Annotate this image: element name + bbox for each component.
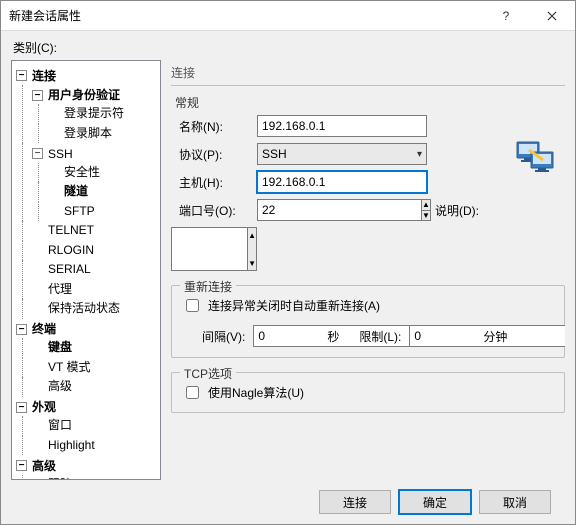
collapse-icon[interactable]: − bbox=[16, 70, 27, 81]
nagle-checkbox[interactable]: 使用Nagle算法(U) bbox=[182, 383, 304, 402]
session-icon bbox=[427, 134, 565, 174]
limit-label: 限制(L): bbox=[359, 328, 401, 345]
tree-advanced[interactable]: −高级 bbox=[16, 457, 56, 475]
tree-vtmode[interactable]: VT 模式 bbox=[32, 358, 90, 376]
tree-serial[interactable]: SERIAL bbox=[32, 260, 91, 278]
interval-stepper[interactable]: ▲▼ bbox=[253, 325, 319, 347]
category-tree[interactable]: −连接 −用户身份验证 登录提示符 登录脚本 −SSH bbox=[11, 60, 161, 480]
window-title: 新建会话属性 bbox=[1, 7, 483, 24]
reconnect-group: 重新连接 连接异常关闭时自动重新连接(A) 间隔(V): ▲▼ 秒 限制(L): bbox=[171, 285, 565, 358]
reconnect-legend: 重新连接 bbox=[180, 278, 236, 295]
tree-rlogin[interactable]: RLOGIN bbox=[32, 241, 94, 259]
host-label: 主机(H): bbox=[171, 174, 257, 191]
collapse-icon[interactable]: − bbox=[32, 90, 43, 101]
ok-button[interactable]: 确定 bbox=[399, 490, 471, 514]
port-stepper[interactable]: ▲▼ bbox=[257, 199, 327, 221]
collapse-icon[interactable]: − bbox=[16, 460, 27, 471]
tree-sftp[interactable]: SFTP bbox=[48, 202, 95, 220]
auto-reconnect-checkbox[interactable]: 连接异常关闭时自动重新连接(A) bbox=[182, 296, 380, 315]
tree-terminal[interactable]: −终端 bbox=[16, 320, 56, 338]
desc-label: 说明(D): bbox=[427, 199, 565, 219]
scroll-up-icon[interactable]: ▲ bbox=[248, 228, 256, 242]
chevron-down-icon: ▾ bbox=[417, 149, 422, 160]
collapse-icon[interactable]: − bbox=[32, 148, 43, 159]
seconds-label: 秒 bbox=[327, 328, 339, 345]
protocol-select[interactable]: SSH ▾ bbox=[257, 143, 427, 165]
interval-label: 间隔(V): bbox=[202, 328, 245, 345]
tree-connection[interactable]: −连接 bbox=[16, 67, 56, 85]
collapse-icon[interactable]: − bbox=[16, 402, 27, 413]
tree-highlight[interactable]: Highlight bbox=[32, 436, 95, 454]
help-button[interactable]: ? bbox=[483, 1, 529, 31]
tree-keyboard[interactable]: 键盘 bbox=[32, 338, 72, 356]
tree-loginprompt[interactable]: 登录提示符 bbox=[48, 104, 124, 122]
name-label: 名称(N): bbox=[171, 118, 257, 135]
section-connection: 连接 bbox=[171, 62, 565, 86]
limit-stepper[interactable]: ▲▼ bbox=[409, 325, 475, 347]
titlebar: 新建会话属性 ? bbox=[1, 1, 575, 31]
port-input[interactable] bbox=[257, 199, 421, 221]
tree-userauth[interactable]: −用户身份验证 bbox=[32, 86, 120, 104]
tcp-group: TCP选项 使用Nagle算法(U) bbox=[171, 372, 565, 413]
tcp-legend: TCP选项 bbox=[180, 365, 236, 382]
cancel-button[interactable]: 取消 bbox=[479, 490, 551, 514]
connect-button[interactable]: 连接 bbox=[319, 490, 391, 514]
tree-ssh[interactable]: −SSH bbox=[32, 145, 73, 163]
port-label: 端口号(O): bbox=[171, 202, 257, 219]
tree-security[interactable]: 安全性 bbox=[48, 163, 100, 181]
tree-appearance[interactable]: −外观 bbox=[16, 398, 56, 416]
collapse-icon[interactable]: − bbox=[16, 324, 27, 335]
tree-telnet[interactable]: TELNET bbox=[32, 221, 94, 239]
tree-advanced-terminal[interactable]: 高级 bbox=[32, 377, 72, 395]
tree-proxy[interactable]: 代理 bbox=[32, 280, 72, 298]
tree-keepalive[interactable]: 保持活动状态 bbox=[32, 299, 120, 317]
name-input[interactable] bbox=[257, 115, 427, 137]
desc-scrollbar[interactable]: ▲▼ bbox=[248, 227, 257, 271]
scroll-down-icon[interactable]: ▼ bbox=[248, 256, 256, 270]
tree-tunnel[interactable]: 隧道 bbox=[48, 182, 88, 200]
tree-loginscript[interactable]: 登录脚本 bbox=[48, 124, 112, 142]
desc-input[interactable] bbox=[171, 227, 248, 271]
close-button[interactable] bbox=[529, 1, 575, 31]
minutes-label: 分钟 bbox=[483, 328, 507, 345]
general-label: 常规 bbox=[171, 94, 565, 111]
close-icon bbox=[547, 11, 557, 21]
protocol-label: 协议(P): bbox=[171, 146, 257, 163]
category-label: 类别(C): bbox=[13, 39, 565, 56]
host-input[interactable] bbox=[257, 171, 427, 193]
tree-window[interactable]: 窗口 bbox=[32, 416, 72, 434]
